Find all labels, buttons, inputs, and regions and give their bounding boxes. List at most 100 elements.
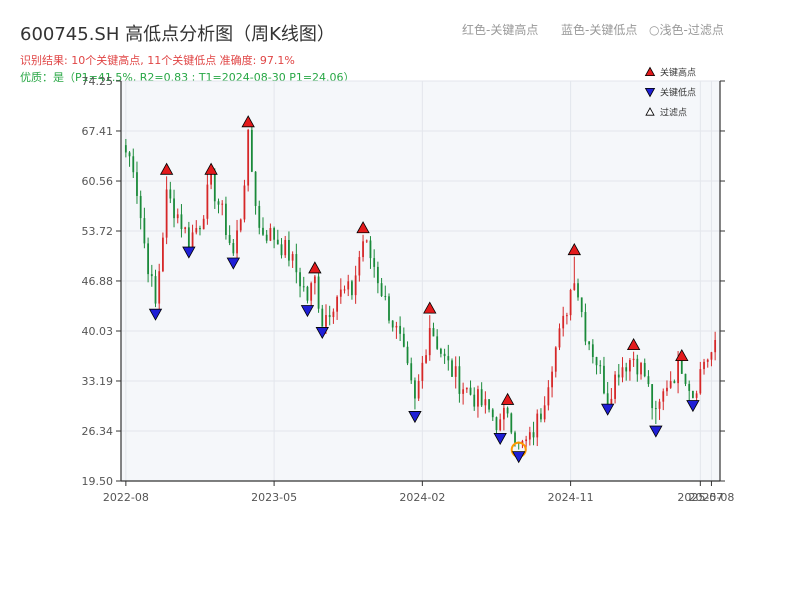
x-tick-label: 2024-02	[399, 491, 445, 504]
candle-body	[254, 171, 257, 206]
candle-body	[695, 393, 698, 398]
candle-body	[202, 218, 205, 230]
y-tick-label: 40.03	[82, 325, 114, 338]
candle-body	[551, 371, 553, 388]
candle-body	[525, 439, 528, 442]
candle-body	[147, 243, 149, 275]
candle-body	[288, 239, 290, 261]
candle-body	[673, 381, 676, 384]
candle-body	[299, 272, 301, 287]
candle-body	[162, 237, 164, 272]
candle-body	[258, 205, 261, 228]
candle-body	[688, 383, 691, 391]
candle-body	[132, 156, 135, 173]
candle-body	[332, 311, 335, 318]
candle-body	[184, 227, 187, 230]
candle-body	[395, 325, 398, 328]
candle-body	[606, 393, 609, 405]
candle-body	[213, 170, 216, 202]
candle-body	[328, 315, 331, 318]
candle-body	[243, 185, 246, 220]
candle-body	[302, 286, 305, 288]
y-tick-label: 33.19	[82, 375, 114, 388]
candle-body	[699, 369, 702, 394]
candle-body	[692, 390, 694, 398]
candle-body	[143, 218, 146, 244]
candle-body	[225, 203, 227, 235]
candle-body	[565, 315, 568, 317]
candle-body	[380, 283, 383, 296]
candle-body	[391, 320, 394, 328]
candle-body	[629, 360, 631, 372]
candle-body	[443, 353, 446, 357]
candle-body	[484, 399, 487, 406]
x-tick-label: 2022-08	[103, 491, 149, 504]
candle-body	[139, 195, 142, 219]
candle-body	[651, 384, 654, 409]
candle-body	[473, 394, 476, 407]
candle-body	[354, 275, 357, 296]
x-tick-label: 2024-11	[548, 491, 594, 504]
candle-body	[280, 244, 283, 256]
candle-body	[558, 328, 561, 348]
candle-body	[276, 239, 279, 245]
candle-body	[317, 276, 320, 309]
candle-body	[206, 184, 209, 219]
candle-body	[399, 325, 402, 334]
candle-body	[647, 376, 650, 385]
candle-body	[128, 152, 131, 157]
legend-low-label: 关键低点	[660, 87, 696, 99]
candle-body	[295, 254, 298, 273]
candle-body	[588, 341, 591, 345]
candle-body	[310, 283, 313, 301]
candle-body	[543, 405, 546, 420]
candle-body	[414, 380, 416, 399]
x-tick-label: 2025-08	[688, 491, 734, 504]
candle-body	[195, 228, 198, 233]
candle-body	[421, 362, 424, 381]
candle-body	[262, 227, 264, 235]
candle-body	[595, 357, 598, 366]
candle-body	[480, 389, 483, 406]
candle-body	[502, 407, 505, 420]
candle-body	[614, 374, 616, 399]
y-tick-label: 67.41	[82, 125, 114, 138]
candle-body	[165, 189, 168, 238]
candle-body	[658, 401, 661, 409]
candle-body	[313, 276, 316, 284]
candle-body	[247, 129, 250, 186]
candle-body	[654, 408, 657, 410]
candle-body	[669, 381, 672, 388]
candle-body	[406, 346, 409, 364]
candle-body	[417, 380, 420, 399]
candle-body	[439, 348, 442, 354]
candle-body	[584, 312, 587, 342]
candle-body	[365, 240, 368, 242]
candle-body	[217, 201, 220, 205]
candle-body	[325, 315, 327, 327]
candle-body	[321, 308, 324, 327]
candle-body	[373, 258, 376, 267]
candle-body	[339, 289, 342, 297]
candle-body	[662, 391, 665, 402]
candle-body	[714, 339, 717, 353]
candle-body	[632, 358, 635, 361]
candle-body	[269, 228, 272, 241]
candle-body	[477, 389, 479, 407]
candle-body	[180, 214, 183, 230]
candle-body	[599, 365, 602, 367]
candle-body	[124, 145, 127, 153]
candle-body	[465, 387, 468, 390]
candle-body	[228, 234, 231, 244]
candle-body	[573, 283, 576, 290]
candle-body	[636, 358, 639, 375]
candle-body	[351, 281, 353, 296]
candle-body	[362, 241, 364, 258]
candle-body	[469, 387, 472, 395]
candle-body	[562, 315, 565, 329]
candle-body	[154, 276, 157, 304]
kline-chart: 19.50 26.34 33.19 40.03 46.88 53.72 60.56 67.41…	[82, 67, 735, 505]
candle-body	[703, 361, 705, 370]
candle-body	[625, 367, 628, 372]
candle-body	[488, 399, 490, 410]
